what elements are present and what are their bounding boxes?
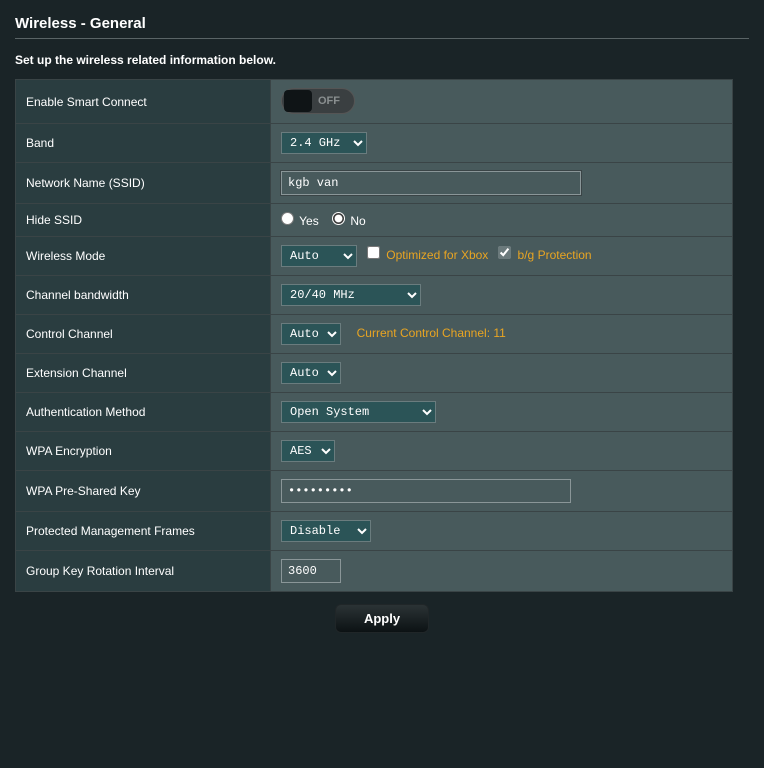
label-wireless-mode: Wireless Mode	[16, 237, 271, 276]
bg-protection-label: b/g Protection	[518, 248, 592, 262]
label-ssid: Network Name (SSID)	[16, 163, 271, 204]
label-ext-channel: Extension Channel	[16, 354, 271, 393]
label-gkri: Group Key Rotation Interval	[16, 551, 271, 592]
label-channel-bw: Channel bandwidth	[16, 276, 271, 315]
optimized-xbox-label: Optimized for Xbox	[386, 248, 488, 262]
label-control-channel: Control Channel	[16, 315, 271, 354]
row-control-channel: Control Channel Auto Current Control Cha…	[16, 315, 733, 354]
row-wpa-enc: WPA Encryption AES	[16, 432, 733, 471]
row-channel-bw: Channel bandwidth 20/40 MHz	[16, 276, 733, 315]
row-hide-ssid: Hide SSID Yes No	[16, 204, 733, 237]
label-smart-connect: Enable Smart Connect	[16, 80, 271, 124]
hide-ssid-yes-label[interactable]: Yes	[281, 214, 322, 228]
wireless-mode-select[interactable]: Auto	[281, 245, 357, 267]
label-wpa-psk: WPA Pre-Shared Key	[16, 471, 271, 512]
smart-connect-toggle[interactable]: OFF	[281, 88, 355, 114]
row-smart-connect: Enable Smart Connect OFF	[16, 80, 733, 124]
control-channel-select[interactable]: Auto	[281, 323, 341, 345]
band-select[interactable]: 2.4 GHz	[281, 132, 367, 154]
divider	[15, 38, 749, 39]
current-control-channel: Current Control Channel: 11	[357, 326, 506, 340]
toggle-state: OFF	[318, 95, 340, 107]
row-wireless-mode: Wireless Mode Auto Optimized for Xbox b/…	[16, 237, 733, 276]
hide-ssid-yes-radio[interactable]	[281, 212, 294, 225]
page-title: Wireless - General	[15, 15, 749, 32]
page-description: Set up the wireless related information …	[15, 53, 749, 67]
ext-channel-select[interactable]: Auto	[281, 362, 341, 384]
gkri-input[interactable]	[281, 559, 341, 583]
label-band: Band	[16, 124, 271, 163]
label-hide-ssid: Hide SSID	[16, 204, 271, 237]
hide-ssid-no-radio[interactable]	[332, 212, 345, 225]
ssid-input[interactable]	[281, 171, 581, 195]
row-auth-method: Authentication Method Open System	[16, 393, 733, 432]
hide-ssid-no-label[interactable]: No	[332, 214, 366, 228]
apply-button[interactable]: Apply	[335, 604, 429, 633]
row-wpa-psk: WPA Pre-Shared Key	[16, 471, 733, 512]
row-ssid: Network Name (SSID)	[16, 163, 733, 204]
channel-bw-select[interactable]: 20/40 MHz	[281, 284, 421, 306]
auth-method-select[interactable]: Open System	[281, 401, 436, 423]
pmf-select[interactable]: Disable	[281, 520, 371, 542]
wpa-enc-select[interactable]: AES	[281, 440, 335, 462]
row-gkri: Group Key Rotation Interval	[16, 551, 733, 592]
row-band: Band 2.4 GHz	[16, 124, 733, 163]
label-auth-method: Authentication Method	[16, 393, 271, 432]
wpa-psk-input[interactable]	[281, 479, 571, 503]
optimized-xbox-checkbox[interactable]	[367, 246, 380, 259]
apply-container: Apply	[15, 604, 749, 633]
bg-protection-checkbox[interactable]	[498, 246, 511, 259]
label-pmf: Protected Management Frames	[16, 512, 271, 551]
toggle-knob	[284, 90, 312, 112]
settings-table: Enable Smart Connect OFF Band 2.4 GHz Ne…	[15, 79, 733, 592]
row-pmf: Protected Management Frames Disable	[16, 512, 733, 551]
row-ext-channel: Extension Channel Auto	[16, 354, 733, 393]
label-wpa-enc: WPA Encryption	[16, 432, 271, 471]
